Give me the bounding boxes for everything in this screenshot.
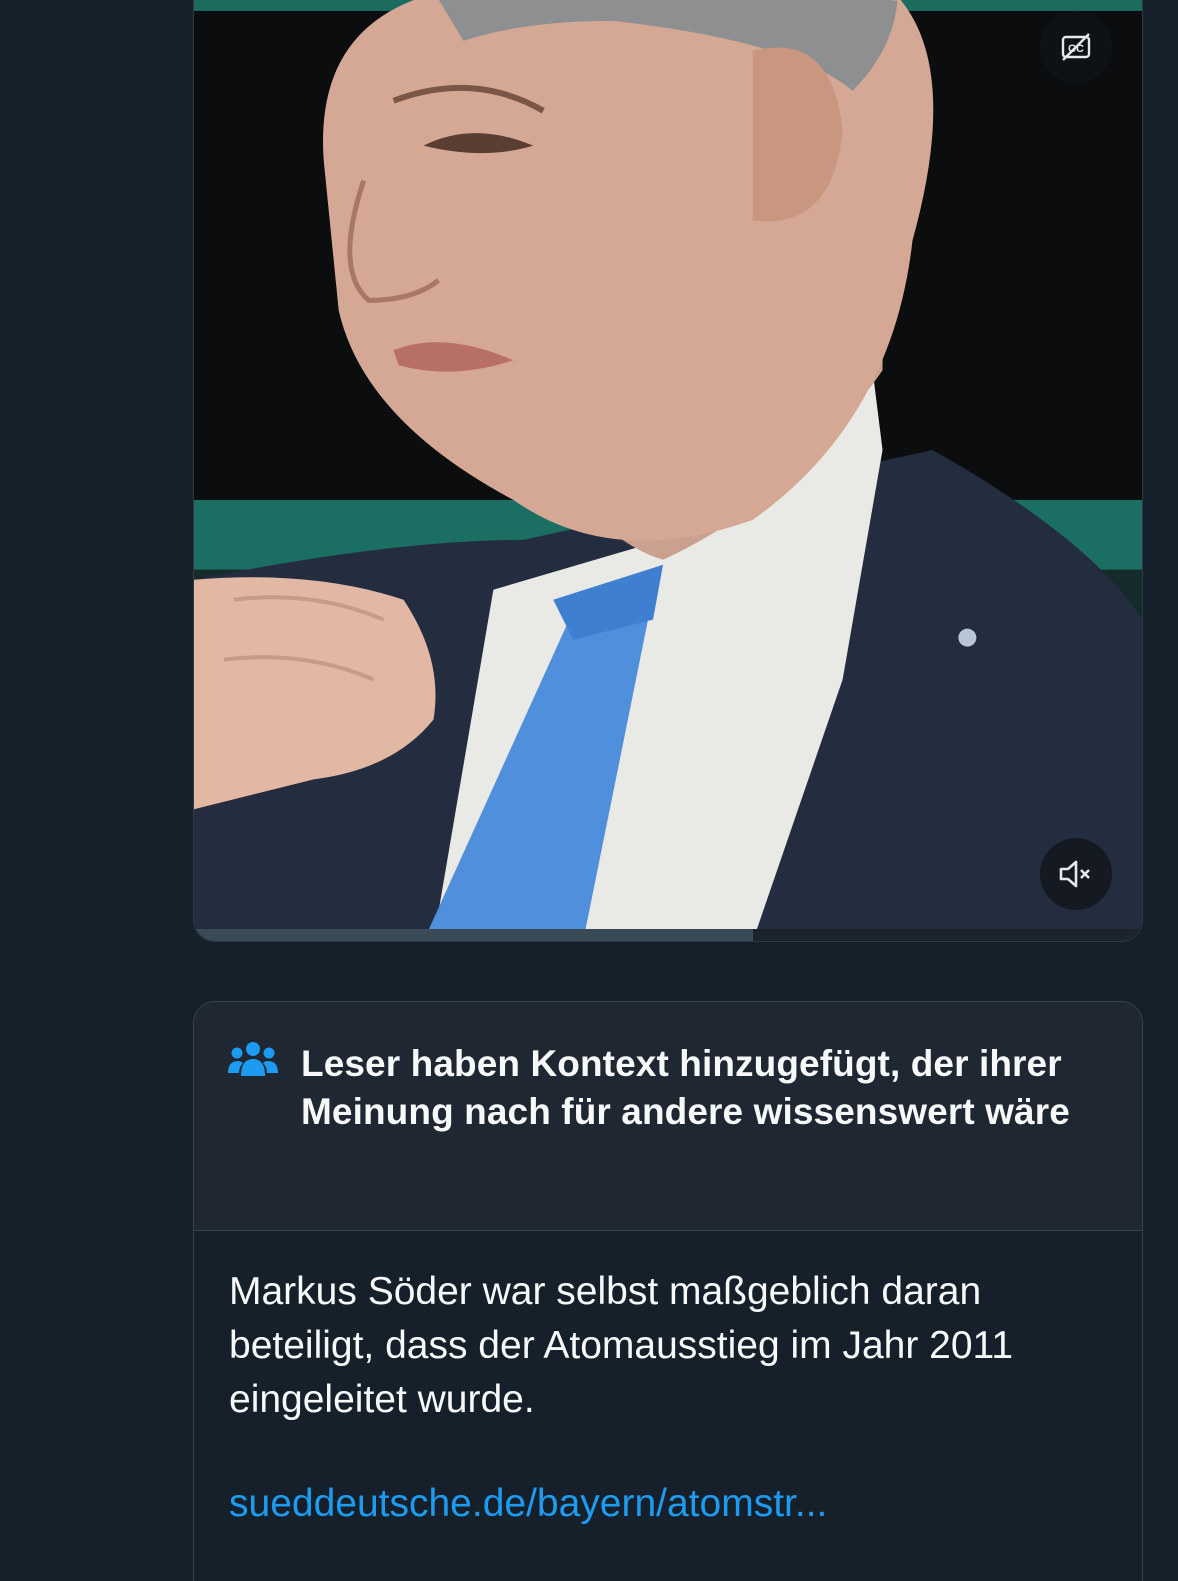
video-progress-bar[interactable]	[194, 929, 1142, 941]
community-note-text: Markus Söder war selbst maßgeblich daran…	[229, 1270, 1014, 1421]
community-note-header: Leser haben Kontext hinzugefügt, der ihr…	[194, 1002, 1142, 1231]
community-note: Leser haben Kontext hinzugefügt, der ihr…	[193, 1001, 1143, 1581]
community-note-body: Markus Söder war selbst maßgeblich daran…	[194, 1231, 1142, 1531]
video-frame	[194, 0, 1142, 941]
community-note-title: Leser haben Kontext hinzugefügt, der ihr…	[301, 1043, 1070, 1132]
video-progress-fill	[194, 929, 754, 941]
captions-toggle-button[interactable]: CC	[1040, 11, 1112, 83]
video-player[interactable]: CC	[193, 0, 1143, 942]
tweet-detail-page: CC Leser haben Kontext hinzugefügt, der …	[0, 0, 1178, 1581]
speaker-muted-icon	[1059, 860, 1090, 888]
community-note-source-link[interactable]: sueddeutsche.de/bayern/atomstr...	[229, 1477, 1108, 1531]
people-icon	[228, 1042, 278, 1076]
captions-off-icon: CC	[1061, 33, 1091, 61]
mute-toggle-button[interactable]	[1040, 838, 1112, 910]
